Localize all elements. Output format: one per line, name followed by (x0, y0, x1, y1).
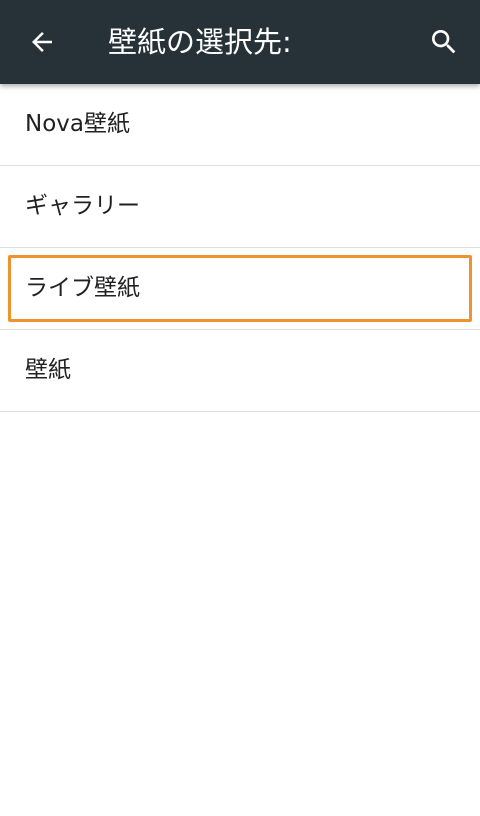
list-item-live-wallpaper[interactable]: ライブ壁紙 (0, 248, 480, 330)
app-bar: 壁紙の選択先: (0, 0, 480, 84)
search-button[interactable] (420, 18, 468, 66)
wallpaper-source-list: Nova壁紙 ギャラリー ライブ壁紙 壁紙 (0, 84, 480, 412)
list-item-label: Nova壁紙 (25, 111, 130, 137)
list-item-wallpaper[interactable]: 壁紙 (0, 330, 480, 412)
list-item-label: 壁紙 (25, 357, 71, 383)
arrow-back-icon (32, 32, 52, 52)
list-item-gallery[interactable]: ギャラリー (0, 166, 480, 248)
list-item-label: ライブ壁紙 (25, 275, 140, 301)
search-icon (432, 30, 456, 54)
list-item-label: ギャラリー (25, 193, 140, 219)
page-title: 壁紙の選択先: (108, 25, 292, 59)
back-button[interactable] (18, 18, 66, 66)
list-item-nova-wallpaper[interactable]: Nova壁紙 (0, 84, 480, 166)
